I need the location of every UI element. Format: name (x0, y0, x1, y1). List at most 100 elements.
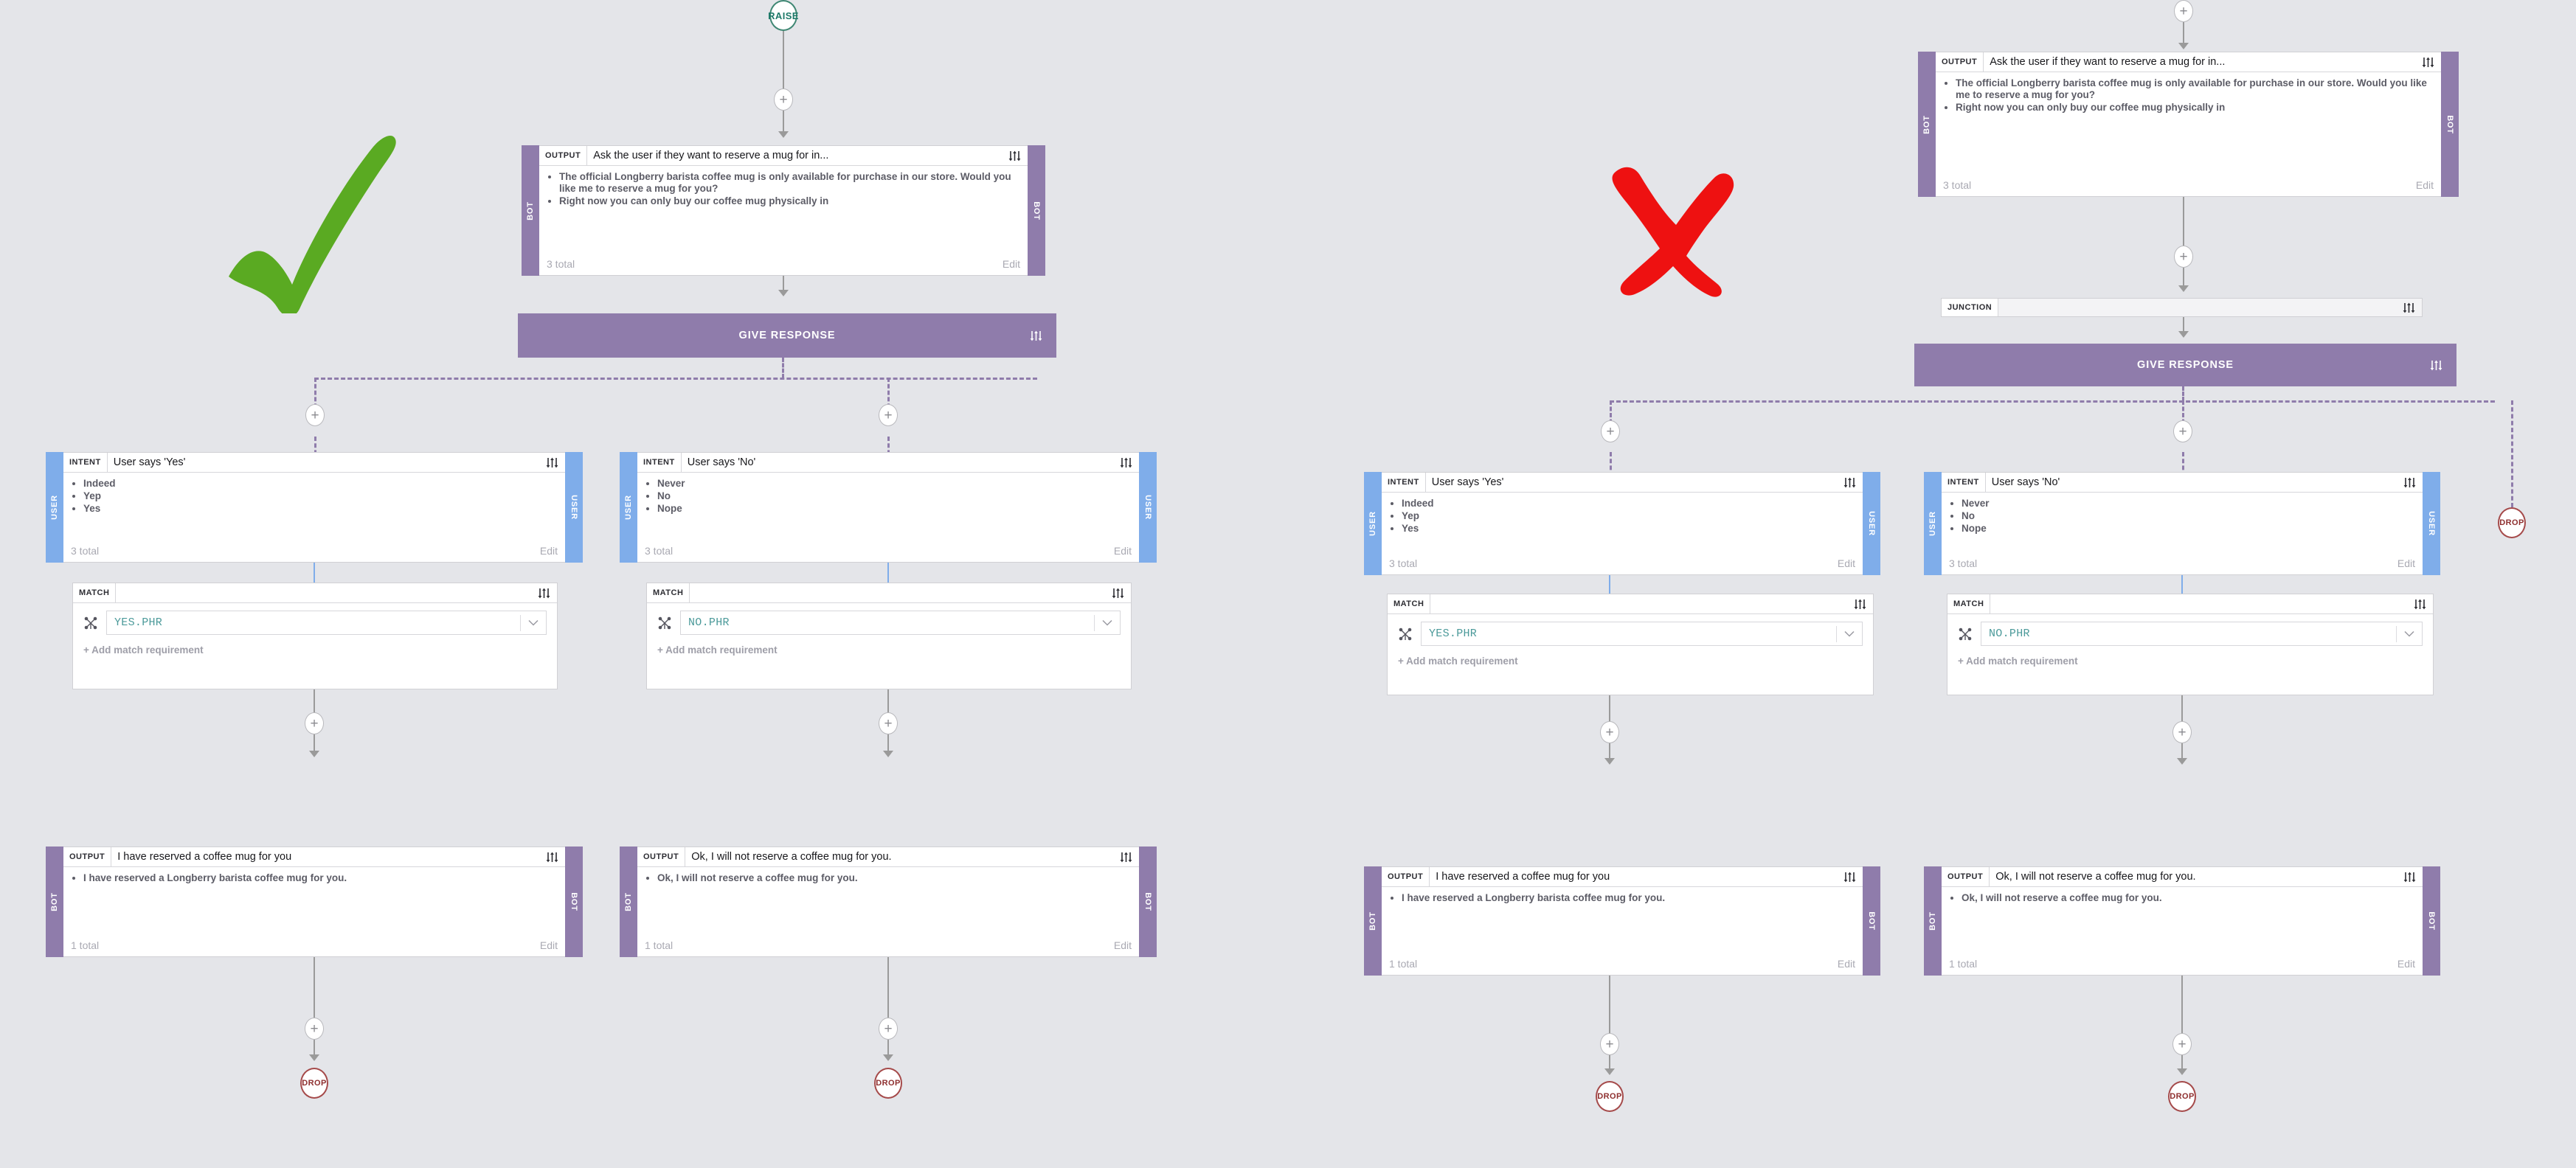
give-response-bar-right[interactable]: GIVE RESPONSE (1914, 344, 2456, 386)
add-step-button-no-branch-right[interactable] (2172, 721, 2192, 743)
settings-sliders-icon[interactable] (1113, 847, 1139, 866)
card-title[interactable] (690, 583, 1105, 602)
match-value-select[interactable]: NO.PHR (1981, 622, 2423, 646)
chevron-down-icon[interactable] (521, 619, 546, 626)
card-intent-no[interactable]: USER INTENT User says 'No' • Never • No … (620, 452, 1157, 563)
card-intent-yes-right[interactable]: USER INTENT User says 'Yes' • Indeed • Y… (1364, 472, 1880, 575)
add-step-button-top-right[interactable] (2174, 0, 2193, 22)
card-match-no-right[interactable]: MATCH NO.PHR + Add match requirement (1947, 594, 2434, 695)
match-value-select[interactable]: YES.PHR (1421, 622, 1863, 646)
rail-bot-right: BOT (565, 847, 583, 957)
settings-sliders-icon[interactable] (1837, 867, 1863, 886)
add-step-button-junction[interactable] (2174, 246, 2193, 268)
add-branch-button-yes-right[interactable] (1601, 420, 1620, 442)
settings-sliders-icon[interactable] (539, 847, 565, 866)
card-title[interactable]: I have reserved a coffee mug for you (1430, 867, 1837, 886)
chevron-down-icon[interactable] (1095, 619, 1120, 626)
card-output-reserved-right[interactable]: BOT OUTPUT I have reserved a coffee mug … (1364, 866, 1880, 976)
card-title[interactable]: Ok, I will not reserve a coffee mug for … (1990, 867, 2397, 886)
edit-link[interactable]: Edit (540, 545, 558, 557)
edit-link[interactable]: Edit (1114, 545, 1132, 557)
drop-node-fallback[interactable]: DROP (2498, 507, 2526, 538)
add-step-button-drop-no-right[interactable] (2172, 1033, 2192, 1055)
tag-junction: JUNCTION (1942, 299, 1999, 316)
settings-sliders-icon[interactable] (2396, 299, 2422, 316)
add-step-button-yes-branch-right[interactable] (1600, 721, 1619, 743)
settings-sliders-icon[interactable] (1847, 594, 1873, 613)
chevron-down-icon[interactable] (2397, 630, 2422, 637)
edit-link[interactable]: Edit (1114, 939, 1132, 951)
add-match-requirement-link[interactable]: + Add match requirement (1958, 656, 2423, 667)
card-intent-yes[interactable]: USER INTENT User says 'Yes' • Indeed • Y… (46, 452, 583, 563)
drop-node-no[interactable]: DROP (874, 1068, 902, 1099)
add-match-requirement-link[interactable]: + Add match requirement (83, 644, 547, 656)
card-title[interactable] (116, 583, 531, 602)
card-title[interactable]: I have reserved a coffee mug for you (111, 847, 539, 866)
card-match-no[interactable]: MATCH NO.PHR + Add match requirement (646, 583, 1132, 689)
settings-sliders-icon[interactable] (1113, 453, 1139, 472)
card-match-yes[interactable]: MATCH YES.PHR + Add match requirement (72, 583, 558, 689)
card-output-ask-right[interactable]: BOT OUTPUT Ask the user if they want to … (1918, 52, 2459, 197)
edit-link[interactable]: Edit (1838, 958, 1855, 970)
add-match-requirement-link[interactable]: + Add match requirement (657, 644, 1121, 656)
drop-node-no-right[interactable]: DROP (2168, 1081, 2196, 1112)
match-value-select[interactable]: NO.PHR (680, 611, 1121, 635)
settings-sliders-icon[interactable] (2407, 594, 2433, 613)
add-step-button-drop-no[interactable] (879, 1018, 898, 1040)
add-branch-button-yes[interactable] (305, 404, 325, 426)
total-count: 1 total (71, 939, 100, 951)
add-match-requirement-link[interactable]: + Add match requirement (1398, 656, 1863, 667)
settings-sliders-icon[interactable] (2397, 867, 2423, 886)
card-title[interactable]: User says 'No' (1985, 473, 2397, 492)
raise-node[interactable]: RAISE (768, 0, 798, 31)
output-samples-list: Ok, I will not reserve a coffee mug for … (1949, 892, 2415, 904)
card-title[interactable]: User says 'No' (681, 453, 1113, 472)
settings-sliders-icon[interactable] (1837, 473, 1863, 492)
give-response-bar[interactable]: GIVE RESPONSE (518, 313, 1056, 358)
settings-sliders-icon[interactable] (1002, 146, 1028, 165)
card-title[interactable] (1990, 594, 2407, 613)
card-output-reserved[interactable]: BOT OUTPUT I have reserved a coffee mug … (46, 847, 583, 957)
card-title[interactable]: Ask the user if they want to reserve a m… (1984, 52, 2415, 72)
settings-sliders-icon[interactable] (539, 453, 565, 472)
junction-title[interactable] (1998, 299, 2396, 316)
card-match-yes-right[interactable]: MATCH YES.PHR + Add match requirement (1387, 594, 1874, 695)
edit-link[interactable]: Edit (2416, 179, 2434, 191)
settings-sliders-icon[interactable] (2415, 52, 2441, 72)
card-intent-no-right[interactable]: USER INTENT User says 'No' • Never • No … (1924, 472, 2440, 575)
settings-sliders-icon[interactable] (2423, 360, 2449, 371)
drop-node-yes-right[interactable]: DROP (1596, 1081, 1624, 1112)
add-step-button-drop-yes-right[interactable] (1600, 1033, 1619, 1055)
edit-link[interactable]: Edit (1003, 258, 1020, 270)
settings-sliders-icon[interactable] (1023, 330, 1049, 341)
settings-sliders-icon[interactable] (531, 583, 557, 602)
add-step-button-drop-yes[interactable] (305, 1018, 324, 1040)
drop-node-yes[interactable]: DROP (300, 1068, 328, 1099)
edit-link[interactable]: Edit (1838, 557, 1855, 569)
add-step-button-no-branch[interactable] (879, 712, 898, 734)
add-branch-button-no-right[interactable] (2173, 420, 2192, 442)
junction-node[interactable]: JUNCTION (1941, 298, 2423, 317)
settings-sliders-icon[interactable] (1105, 583, 1131, 602)
edit-link[interactable]: Edit (2397, 958, 2415, 970)
card-title[interactable]: User says 'Yes' (1425, 473, 1837, 492)
card-output-not-reserved-right[interactable]: BOT OUTPUT Ok, I will not reserve a coff… (1924, 866, 2440, 976)
card-title[interactable]: Ok, I will not reserve a coffee mug for … (685, 847, 1113, 866)
settings-sliders-icon[interactable] (2397, 473, 2423, 492)
card-output-not-reserved[interactable]: BOT OUTPUT Ok, I will not reserve a coff… (620, 847, 1157, 957)
card-title[interactable]: Ask the user if they want to reserve a m… (587, 146, 1002, 165)
rail-bot-left: BOT (1364, 866, 1382, 976)
arrow-to-ask-output (778, 131, 789, 138)
card-output-ask[interactable]: BOT OUTPUT Ask the user if they want to … (522, 145, 1045, 276)
edit-link[interactable]: Edit (2397, 557, 2415, 569)
total-count: 3 total (71, 545, 100, 557)
card-title[interactable]: User says 'Yes' (107, 453, 539, 472)
add-step-button-1[interactable] (774, 88, 793, 111)
card-titlebar: MATCH (73, 583, 557, 603)
card-title[interactable] (1430, 594, 1847, 613)
add-branch-button-no[interactable] (879, 404, 898, 426)
match-value-select[interactable]: YES.PHR (106, 611, 547, 635)
edit-link[interactable]: Edit (540, 939, 558, 951)
add-step-button-yes-branch[interactable] (305, 712, 324, 734)
chevron-down-icon[interactable] (1837, 630, 1862, 637)
